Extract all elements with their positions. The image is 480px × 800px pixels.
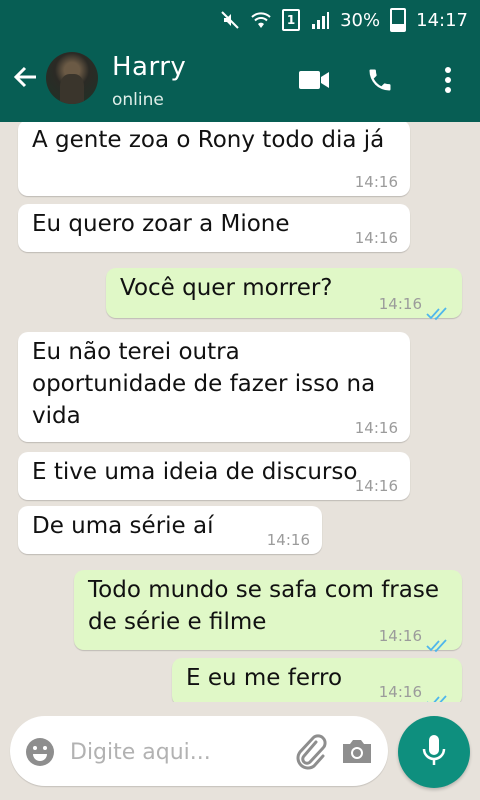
battery-percent: 30%	[340, 9, 381, 31]
message-time: 14:16	[266, 531, 310, 549]
back-arrow-icon[interactable]	[10, 62, 40, 92]
read-receipt-icon	[426, 630, 450, 653]
more-options-icon[interactable]	[430, 62, 466, 98]
sim-indicator: 1	[282, 9, 301, 31]
message-time: 14:16	[354, 229, 398, 247]
emoji-icon[interactable]	[24, 736, 56, 768]
message-text: Eu quero zoar a Mione	[32, 211, 290, 237]
contact-status: online	[112, 90, 164, 110]
clock: 14:17	[416, 9, 468, 31]
avatar[interactable]	[46, 52, 98, 104]
message-time: 14:16	[378, 295, 422, 313]
status-bar: 1 30% 14:17	[0, 0, 480, 40]
contact-name[interactable]: Harry	[112, 52, 186, 82]
read-receipt-icon	[426, 298, 450, 321]
wifi-icon	[250, 10, 272, 30]
message-text: Eu não terei outra oportunidade de fazer…	[32, 339, 376, 429]
message-time: 14:16	[378, 683, 422, 701]
message-time: 14:16	[378, 627, 422, 645]
message-outgoing[interactable]: E eu me ferro 14:16	[172, 658, 462, 702]
chat-header: Harry online	[0, 40, 480, 122]
message-time: 14:16	[354, 173, 398, 191]
message-time: 14:16	[354, 419, 398, 437]
mute-icon	[220, 10, 240, 30]
microphone-icon	[421, 733, 447, 771]
message-incoming[interactable]: Eu não terei outra oportunidade de fazer…	[18, 332, 410, 442]
message-incoming[interactable]: A gente zoa o Rony todo dia já 14:16	[18, 122, 410, 196]
message-text: E tive uma ideia de discurso	[32, 459, 358, 485]
paperclip-icon[interactable]	[294, 734, 328, 770]
read-receipt-icon	[426, 686, 450, 702]
message-outgoing[interactable]: Todo mundo se safa com frase de série e …	[74, 570, 462, 653]
video-call-icon[interactable]	[296, 62, 332, 98]
battery-icon	[390, 8, 407, 32]
camera-icon[interactable]	[340, 736, 374, 768]
message-incoming[interactable]: Eu quero zoar a Mione 14:16	[18, 204, 410, 252]
message-input-box[interactable]	[10, 716, 388, 786]
signal-icon	[310, 10, 330, 30]
message-outgoing[interactable]: Você quer morrer? 14:16	[106, 268, 462, 321]
microphone-button[interactable]	[398, 716, 470, 788]
message-text: A gente zoa o Rony todo dia já	[32, 127, 385, 153]
composer	[0, 702, 480, 800]
message-list[interactable]: A gente zoa o Rony todo dia já 14:16 Eu …	[0, 122, 480, 702]
message-time: 14:16	[354, 477, 398, 495]
phone-icon[interactable]	[362, 62, 398, 98]
message-input[interactable]	[68, 732, 282, 772]
message-incoming[interactable]: De uma série aí 14:16	[18, 506, 322, 554]
message-incoming[interactable]: E tive uma ideia de discurso 14:16	[18, 452, 410, 500]
